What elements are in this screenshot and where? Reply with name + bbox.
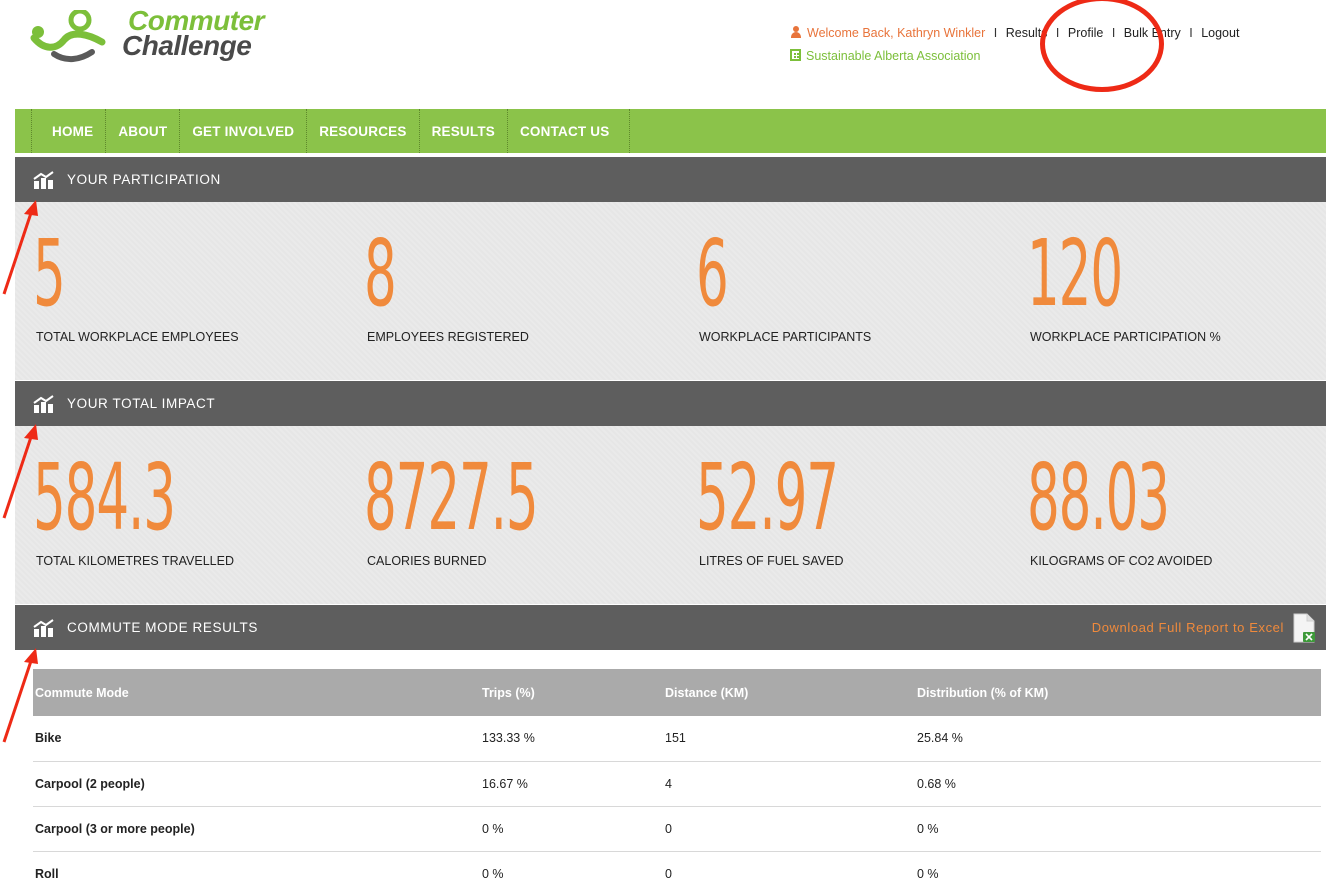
stat-label: WORKPLACE PARTICIPATION % bbox=[1030, 330, 1221, 344]
impact-stats: 584.3 TOTAL KILOMETRES TRAVELLED 8727.5 … bbox=[15, 426, 1326, 604]
impact-header: YOUR TOTAL IMPACT bbox=[15, 381, 1326, 426]
distribution-cell: 0.68 % bbox=[915, 761, 1321, 807]
commuter-challenge-logo[interactable]: Commuter Challenge bbox=[30, 7, 310, 74]
stat-employees-registered: 8 EMPLOYEES REGISTERED bbox=[364, 220, 529, 345]
stat-calories-burned: 8727.5 CALORIES BURNED bbox=[364, 444, 674, 569]
column-header: Distance (KM) bbox=[665, 685, 749, 700]
stat-label: WORKPLACE PARTICIPANTS bbox=[699, 330, 872, 344]
user-links: Welcome Back, Kathryn Winkler I Results … bbox=[790, 26, 1239, 40]
stat-participation-percent: 120 WORKPLACE PARTICIPATION % bbox=[1027, 220, 1221, 345]
distribution-cell: 0 % bbox=[915, 806, 1321, 852]
column-header: Trips (%) bbox=[482, 685, 535, 700]
welcome-message: Welcome Back, Kathryn Winkler bbox=[790, 26, 989, 40]
profile-link[interactable]: Profile bbox=[1068, 26, 1103, 40]
table-row: Roll 0 % 0 0 % bbox=[33, 851, 1321, 892]
trips-cell: 133.33 % bbox=[480, 716, 663, 762]
link-separator: I bbox=[993, 26, 998, 40]
trips-cell: 16.67 % bbox=[480, 761, 663, 807]
stat-value: 88.03 bbox=[1027, 444, 1170, 551]
logout-link[interactable]: Logout bbox=[1201, 26, 1239, 40]
excel-file-icon[interactable] bbox=[1292, 613, 1316, 643]
participation-header: YOUR PARTICIPATION bbox=[15, 157, 1326, 202]
bar-chart-icon bbox=[33, 618, 54, 637]
nav-get-involved[interactable]: GET INVOLVED bbox=[179, 109, 306, 153]
stat-value: 8 bbox=[364, 220, 397, 327]
commuter-runner-icon bbox=[30, 10, 106, 62]
stat-value: 5 bbox=[33, 220, 66, 327]
table-row: Carpool (3 or more people) 0 % 0 0 % bbox=[33, 806, 1321, 852]
link-separator: I bbox=[1189, 26, 1193, 40]
stat-label: KILOGRAMS OF CO2 AVOIDED bbox=[1030, 554, 1213, 568]
nav-resources[interactable]: RESOURCES bbox=[306, 109, 418, 153]
download-excel-link[interactable]: Download Full Report to Excel bbox=[1092, 620, 1284, 635]
stat-fuel-saved: 52.97 LITRES OF FUEL SAVED bbox=[696, 444, 949, 569]
nav-about[interactable]: ABOUT bbox=[105, 109, 179, 153]
user-icon bbox=[790, 26, 802, 38]
table-header-row: Commute Mode Trips (%) Distance (KM) Dis… bbox=[33, 669, 1321, 716]
link-separator: I bbox=[1055, 26, 1060, 40]
results-table: Commute Mode Trips (%) Distance (KM) Dis… bbox=[33, 669, 1321, 892]
distribution-cell: 0 % bbox=[915, 851, 1321, 892]
stat-label: TOTAL KILOMETRES TRAVELLED bbox=[36, 554, 234, 568]
link-separator: I bbox=[1111, 26, 1116, 40]
nav-results[interactable]: RESULTS bbox=[418, 109, 507, 153]
participation-stats: 5 TOTAL WORKPLACE EMPLOYEES 8 EMPLOYEES … bbox=[15, 202, 1326, 380]
distance-cell: 0 bbox=[663, 806, 915, 852]
stat-total-employees: 5 TOTAL WORKPLACE EMPLOYEES bbox=[33, 220, 239, 345]
stat-value: 52.97 bbox=[696, 444, 839, 551]
stat-co2-avoided: 88.03 KILOGRAMS OF CO2 AVOIDED bbox=[1027, 444, 1280, 569]
participation-title: YOUR PARTICIPATION bbox=[67, 172, 221, 187]
distance-cell: 0 bbox=[663, 851, 915, 892]
organization-name: Sustainable Alberta Association bbox=[790, 49, 980, 63]
trips-cell: 0 % bbox=[480, 806, 663, 852]
logo-text-challenge: Challenge bbox=[122, 30, 252, 61]
stat-kilometres-travelled: 584.3 TOTAL KILOMETRES TRAVELLED bbox=[33, 444, 286, 569]
welcome-text: Welcome Back, Kathryn Winkler bbox=[807, 26, 986, 40]
annotation-circle bbox=[1040, 0, 1164, 92]
stat-label: CALORIES BURNED bbox=[367, 554, 487, 568]
column-header: Commute Mode bbox=[35, 685, 129, 700]
distance-cell: 151 bbox=[663, 716, 915, 762]
column-header: Distribution (% of KM) bbox=[917, 685, 1049, 700]
distance-cell: 4 bbox=[663, 761, 915, 807]
stat-workplace-participants: 6 WORKPLACE PARTICIPANTS bbox=[696, 220, 871, 345]
stat-value: 120 bbox=[1027, 220, 1123, 327]
stat-label: EMPLOYEES REGISTERED bbox=[367, 330, 529, 344]
bar-chart-icon bbox=[33, 170, 54, 189]
nav-home[interactable]: HOME bbox=[31, 109, 105, 153]
bulk-entry-link[interactable]: Bulk Entry bbox=[1124, 26, 1181, 40]
bar-chart-icon bbox=[33, 394, 54, 413]
table-row: Bike 133.33 % 151 25.84 % bbox=[33, 716, 1321, 762]
impact-title: YOUR TOTAL IMPACT bbox=[67, 396, 216, 411]
distribution-cell: 25.84 % bbox=[915, 716, 1321, 762]
commute-mode-cell: Carpool (2 people) bbox=[33, 761, 480, 807]
stat-label: LITRES OF FUEL SAVED bbox=[699, 554, 844, 568]
commute-title: COMMUTE MODE RESULTS bbox=[67, 620, 259, 635]
commute-header: COMMUTE MODE RESULTS Download Full Repor… bbox=[15, 605, 1326, 650]
stat-value: 6 bbox=[696, 220, 729, 327]
trips-cell: 0 % bbox=[480, 851, 663, 892]
results-link[interactable]: Results bbox=[1006, 26, 1048, 40]
commute-mode-cell: Roll bbox=[33, 851, 480, 892]
nav-contact-us[interactable]: CONTACT US bbox=[506, 109, 631, 153]
organization-text: Sustainable Alberta Association bbox=[806, 49, 981, 63]
commute-results-table: Commute Mode Trips (%) Distance (KM) Dis… bbox=[33, 669, 1323, 892]
stat-value: 584.3 bbox=[33, 444, 176, 551]
commute-mode-cell: Bike bbox=[33, 716, 480, 762]
stat-label: TOTAL WORKPLACE EMPLOYEES bbox=[36, 330, 239, 344]
main-nav: HOME ABOUT GET INVOLVED RESOURCES RESULT… bbox=[15, 109, 1326, 153]
table-row: Carpool (2 people) 16.67 % 4 0.68 % bbox=[33, 761, 1321, 807]
stat-value: 8727.5 bbox=[364, 444, 539, 551]
commute-mode-cell: Carpool (3 or more people) bbox=[33, 806, 480, 852]
building-icon bbox=[790, 49, 801, 61]
